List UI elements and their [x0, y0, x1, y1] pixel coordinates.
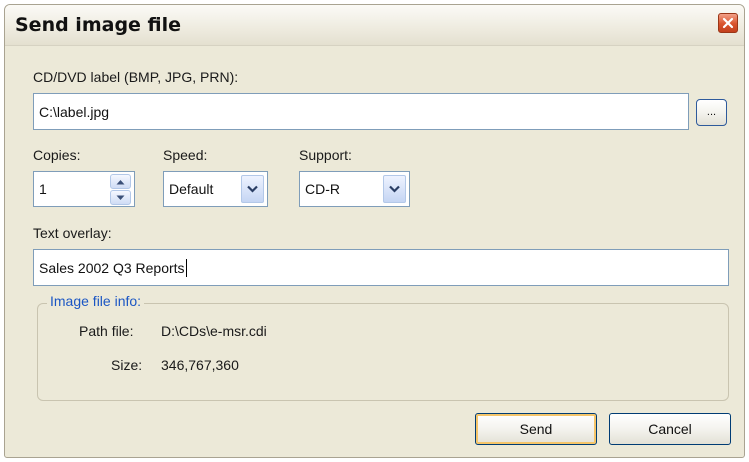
path-file-value: D:\CDs\e-msr.cdi — [161, 323, 267, 339]
speed-dropdown-button[interactable] — [241, 175, 264, 203]
support-dropdown-button[interactable] — [383, 175, 406, 203]
cancel-button[interactable]: Cancel — [609, 413, 731, 445]
browse-button-label: ... — [706, 105, 717, 118]
dialog-title: Send image file — [15, 14, 182, 36]
send-image-dialog: Send image file CD/DVD label (BMP, JPG, … — [4, 4, 745, 458]
chevron-down-icon — [247, 185, 258, 193]
spin-up-icon — [116, 179, 125, 184]
image-file-info-group — [37, 303, 729, 401]
cancel-button-label: Cancel — [648, 421, 692, 437]
close-icon — [722, 17, 734, 29]
title-bar[interactable]: Send image file — [5, 5, 744, 46]
copies-spin-up-button[interactable] — [110, 174, 131, 189]
path-file-label: Path file: — [79, 323, 134, 339]
send-button[interactable]: Send — [475, 413, 597, 445]
image-file-info-legend: Image file info: — [47, 293, 145, 309]
text-cursor — [185, 258, 187, 277]
support-caption: Support: — [299, 147, 352, 163]
send-button-label: Send — [519, 421, 553, 437]
text-overlay-input[interactable]: Sales 2002 Q3 Reports — [33, 249, 729, 286]
label-file-input[interactable]: C:\label.jpg — [33, 93, 689, 130]
size-label: Size: — [111, 357, 143, 373]
text-overlay-value: Sales 2002 Q3 Reports — [39, 259, 185, 276]
copies-spin-down-button[interactable] — [110, 190, 131, 205]
copies-caption: Copies: — [33, 147, 81, 163]
speed-caption: Speed: — [163, 147, 208, 163]
text-overlay-caption: Text overlay: — [33, 225, 112, 241]
label-file-caption: CD/DVD label (BMP, JPG, PRN): — [33, 69, 239, 85]
spin-down-icon — [116, 195, 125, 200]
chevron-down-icon — [389, 185, 400, 193]
browse-button[interactable]: ... — [696, 99, 727, 126]
size-value: 346,767,360 — [161, 357, 239, 373]
close-button[interactable] — [718, 13, 738, 33]
